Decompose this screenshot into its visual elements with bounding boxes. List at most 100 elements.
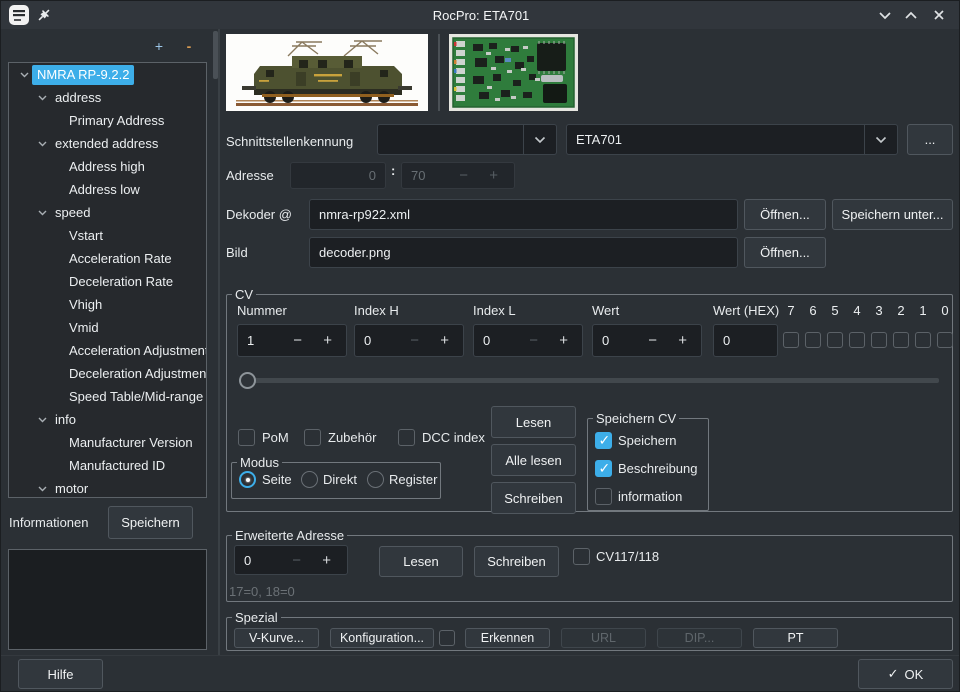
modus-register-radio[interactable]: [367, 471, 384, 488]
interface-label: Schnittstellenkennung: [226, 134, 353, 149]
tree-expand-button[interactable]: +: [150, 39, 168, 55]
decoder-file-input[interactable]: nmra-rp922.xml: [309, 199, 738, 230]
save-cv-information-checkbox[interactable]: [595, 488, 612, 505]
bit7-checkbox[interactable]: [783, 332, 799, 348]
tree-item[interactable]: Speed Table/Mid-range: [9, 385, 206, 408]
modus-direkt-radio[interactable]: [301, 471, 318, 488]
title-bar[interactable]: RocPro: ETA701: [1, 1, 960, 29]
tree-item[interactable]: Manufacturer Version: [9, 431, 206, 454]
tree-item[interactable]: Deceleration Adjustment: [9, 362, 206, 385]
chevron-down-icon[interactable]: [33, 486, 51, 492]
wert-hex-input[interactable]: 0: [713, 324, 778, 357]
tree-item[interactable]: extended address: [9, 132, 206, 155]
zubehoer-label: Zubehör: [328, 430, 376, 445]
plus-icon[interactable]: +: [559, 325, 568, 356]
index-l-spinbox[interactable]: 0 − +: [473, 324, 583, 357]
save-cv-speichern-checkbox[interactable]: [595, 432, 612, 449]
v-kurve-button[interactable]: V-Kurve...: [234, 628, 319, 648]
tree-item[interactable]: Vhigh: [9, 293, 206, 316]
cv117-118-checkbox[interactable]: [573, 548, 590, 565]
close-icon[interactable]: [929, 6, 949, 24]
nummer-spinbox[interactable]: 1 − +: [237, 324, 347, 357]
bit5-checkbox[interactable]: [827, 332, 843, 348]
bit0-checkbox[interactable]: [937, 332, 953, 348]
interface-combobox[interactable]: [377, 124, 557, 155]
tree-item[interactable]: Vmid: [9, 316, 206, 339]
dcc-index-label: DCC index: [422, 430, 485, 445]
tree-item[interactable]: Primary Address: [9, 109, 206, 132]
check-icon: ✓: [888, 666, 899, 682]
minus-icon[interactable]: −: [293, 325, 302, 356]
modus-seite-radio[interactable]: [239, 471, 256, 488]
konfiguration-checkbox[interactable]: [439, 630, 455, 646]
tree-item[interactable]: NMRA RP-9.2.2: [9, 63, 206, 86]
save-cv-beschreibung-checkbox[interactable]: [595, 460, 612, 477]
address2-spinbox: 70 − +: [401, 162, 515, 189]
plus-icon[interactable]: +: [322, 546, 331, 574]
tree-item[interactable]: Manufactured ID: [9, 454, 206, 477]
slider-handle[interactable]: [239, 372, 256, 389]
image-file-input[interactable]: decoder.png: [309, 237, 738, 268]
tree-item[interactable]: info: [9, 408, 206, 431]
tree-item[interactable]: Vstart: [9, 224, 206, 247]
tree-item[interactable]: speed: [9, 201, 206, 224]
information-textarea[interactable]: [8, 549, 207, 650]
window-minimize-icon[interactable]: [875, 6, 895, 24]
wert-spinbox[interactable]: 0 − +: [592, 324, 702, 357]
info-save-button[interactable]: Speichern: [108, 506, 193, 539]
plus-icon[interactable]: +: [440, 325, 449, 356]
minus-icon[interactable]: −: [648, 325, 657, 356]
cv-value-slider[interactable]: [239, 378, 939, 383]
zubehoer-checkbox[interactable]: [304, 429, 321, 446]
tree-item[interactable]: motor: [9, 477, 206, 498]
extended-write-button[interactable]: Schreiben: [474, 546, 559, 577]
tree-item[interactable]: Acceleration Adjustment: [9, 339, 206, 362]
modus-direkt-label: Direkt: [323, 472, 357, 487]
chevron-down-icon[interactable]: [33, 210, 51, 216]
cv-read-all-button[interactable]: Alle lesen: [491, 444, 576, 476]
tree-item[interactable]: Acceleration Rate: [9, 247, 206, 270]
tree-item[interactable]: address: [9, 86, 206, 109]
decoder-save-as-button[interactable]: Speichern unter...: [832, 199, 953, 230]
decoder-open-button[interactable]: Öffnen...: [744, 199, 826, 230]
plus-icon[interactable]: +: [323, 325, 332, 356]
plus-icon[interactable]: +: [678, 325, 687, 356]
index-h-spinbox[interactable]: 0 − +: [354, 324, 464, 357]
bit1-checkbox[interactable]: [915, 332, 931, 348]
window-maximize-icon[interactable]: [901, 6, 921, 24]
chevron-down-icon[interactable]: [33, 141, 51, 147]
image-open-button[interactable]: Öffnen...: [744, 237, 826, 268]
tree-item[interactable]: Address low: [9, 178, 206, 201]
cv-read-button[interactable]: Lesen: [491, 406, 576, 438]
cv-tree[interactable]: NMRA RP-9.2.2 address Primary Address ex…: [8, 62, 207, 498]
chevron-down-icon[interactable]: [15, 72, 33, 78]
ok-button[interactable]: ✓ OK: [858, 659, 953, 689]
save-cv-beschreibung-label: Beschreibung: [618, 461, 698, 476]
browse-more-button[interactable]: ...: [907, 124, 953, 155]
konfiguration-button[interactable]: Konfiguration...: [330, 628, 434, 648]
extended-read-button[interactable]: Lesen: [379, 546, 463, 577]
url-button: URL: [561, 628, 646, 648]
erkennen-button[interactable]: Erkennen: [465, 628, 550, 648]
pt-button[interactable]: PT: [753, 628, 838, 648]
pin-icon[interactable]: [35, 6, 53, 24]
decoder-photo: [449, 34, 578, 111]
tree-item[interactable]: Address high: [9, 155, 206, 178]
chevron-down-icon[interactable]: [33, 417, 51, 423]
bit2-checkbox[interactable]: [893, 332, 909, 348]
tree-item[interactable]: Deceleration Rate: [9, 270, 206, 293]
dcc-index-checkbox[interactable]: [398, 429, 415, 446]
bit4-checkbox[interactable]: [849, 332, 865, 348]
splitter-handle[interactable]: [213, 31, 218, 79]
pom-checkbox[interactable]: [238, 429, 255, 446]
image-file-label: Bild: [226, 245, 248, 260]
help-button[interactable]: Hilfe: [18, 659, 103, 689]
tree-collapse-button[interactable]: -: [180, 39, 198, 55]
chevron-down-icon[interactable]: [33, 95, 51, 101]
cv-write-button[interactable]: Schreiben: [491, 482, 576, 514]
decoder-combobox[interactable]: ETA701: [566, 124, 898, 155]
extended-address-spinbox[interactable]: 0 − +: [234, 545, 348, 575]
bit3-checkbox[interactable]: [871, 332, 887, 348]
bit6-checkbox[interactable]: [805, 332, 821, 348]
panel-splitter[interactable]: [218, 29, 220, 656]
